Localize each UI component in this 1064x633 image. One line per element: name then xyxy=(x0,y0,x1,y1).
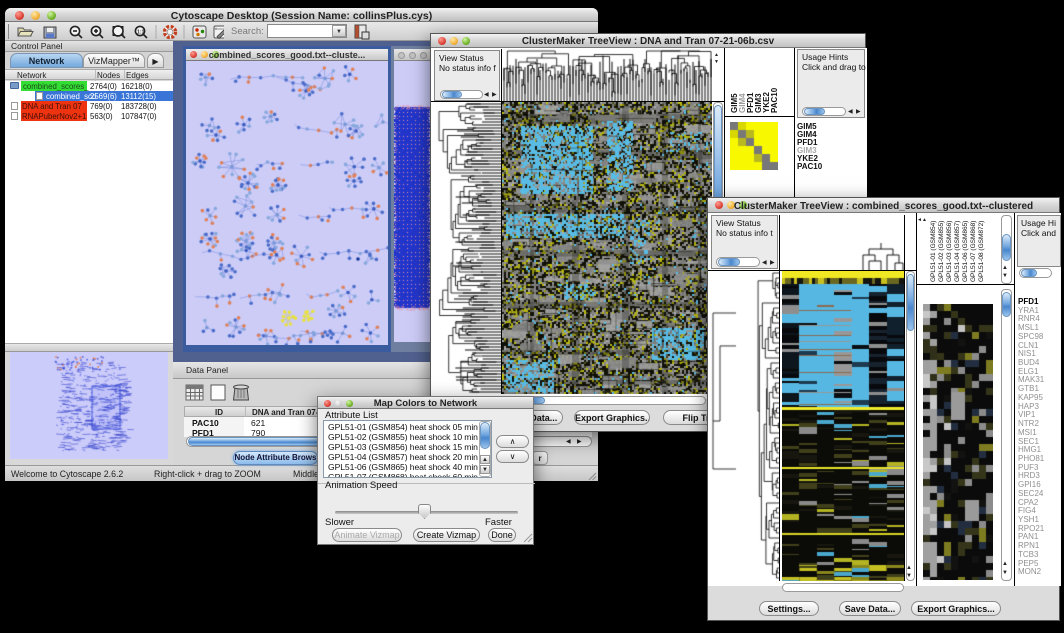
svg-text:1:1: 1:1 xyxy=(137,30,144,36)
